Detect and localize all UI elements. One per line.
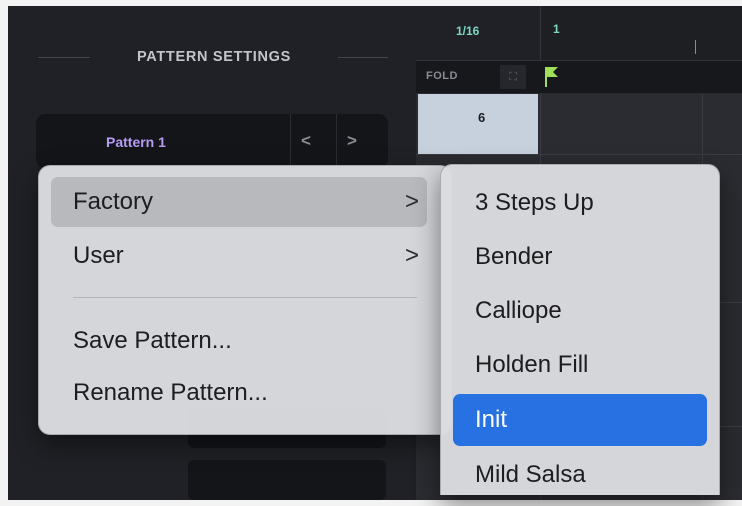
pattern-selector[interactable]: Pattern 1 < > [36, 114, 388, 168]
loop-start-flag-icon[interactable] [544, 65, 560, 89]
menu-item-label: Factory [73, 188, 154, 215]
menu-item-factory[interactable]: Factory > [51, 177, 427, 227]
menu-item-label: Rename Pattern... [73, 379, 268, 406]
step-number: 1 [553, 22, 560, 36]
menu-separator [73, 297, 417, 298]
expand-icon[interactable]: ⛶ [500, 65, 526, 89]
rate-value: 1/16 [456, 24, 480, 38]
menu-item-user[interactable]: User > [51, 231, 427, 281]
submenu-item-label: Init [475, 406, 508, 433]
lane-value: 6 [478, 110, 486, 125]
fold-row: FOLD ⛶ [416, 60, 742, 93]
header-rule-left [38, 57, 90, 58]
submenu-item-mild-salsa[interactable]: Mild Salsa [453, 449, 707, 501]
submenu-item-calliope[interactable]: Calliope [453, 285, 707, 337]
pattern-control-field-2[interactable] [188, 460, 386, 500]
section-title: PATTERN SETTINGS [136, 49, 292, 65]
ruler-tick [695, 40, 696, 54]
submenu-item-holden-fill[interactable]: Holden Fill [453, 339, 707, 391]
submenu-item-label: Holden Fill [475, 351, 589, 378]
submenu-item-label: Calliope [475, 297, 562, 324]
submenu-item-label: Bender [475, 243, 553, 270]
submenu-item-3-steps-up[interactable]: 3 Steps Up [453, 177, 707, 229]
grid-line [416, 154, 742, 155]
section-header: PATTERN SETTINGS [8, 42, 416, 72]
menu-item-rename-pattern[interactable]: Rename Pattern... [51, 368, 427, 418]
factory-submenu: 3 Steps Up Bender Calliope Holden Fill I… [440, 164, 720, 495]
step-ruler: 1 [540, 6, 742, 60]
chevron-right-icon: > [404, 242, 419, 269]
fold-button[interactable]: FOLD [426, 70, 458, 82]
submenu-item-label: 3 Steps Up [475, 189, 594, 216]
chevron-left-icon: < [301, 131, 311, 150]
next-pattern-button[interactable]: > [336, 114, 389, 168]
submenu-item-init[interactable]: Init [453, 394, 707, 446]
chevron-right-icon: > [347, 131, 357, 150]
pattern-name[interactable]: Pattern 1 [106, 134, 166, 150]
pattern-context-menu: Factory > User > Save Pattern... Rename … [38, 165, 452, 435]
rate-selector[interactable]: 1/16 [416, 6, 540, 60]
previous-pattern-button[interactable]: < [290, 114, 325, 168]
lane-value-cell[interactable]: 6 [418, 94, 538, 154]
menu-item-label: User [73, 242, 124, 269]
header-rule-right [338, 57, 388, 58]
submenu-item-bender[interactable]: Bender [453, 231, 707, 283]
menu-item-save-pattern[interactable]: Save Pattern... [51, 316, 427, 366]
chevron-right-icon: > [404, 188, 419, 215]
menu-item-label: Save Pattern... [73, 327, 232, 354]
submenu-item-label: Mild Salsa [475, 461, 586, 488]
